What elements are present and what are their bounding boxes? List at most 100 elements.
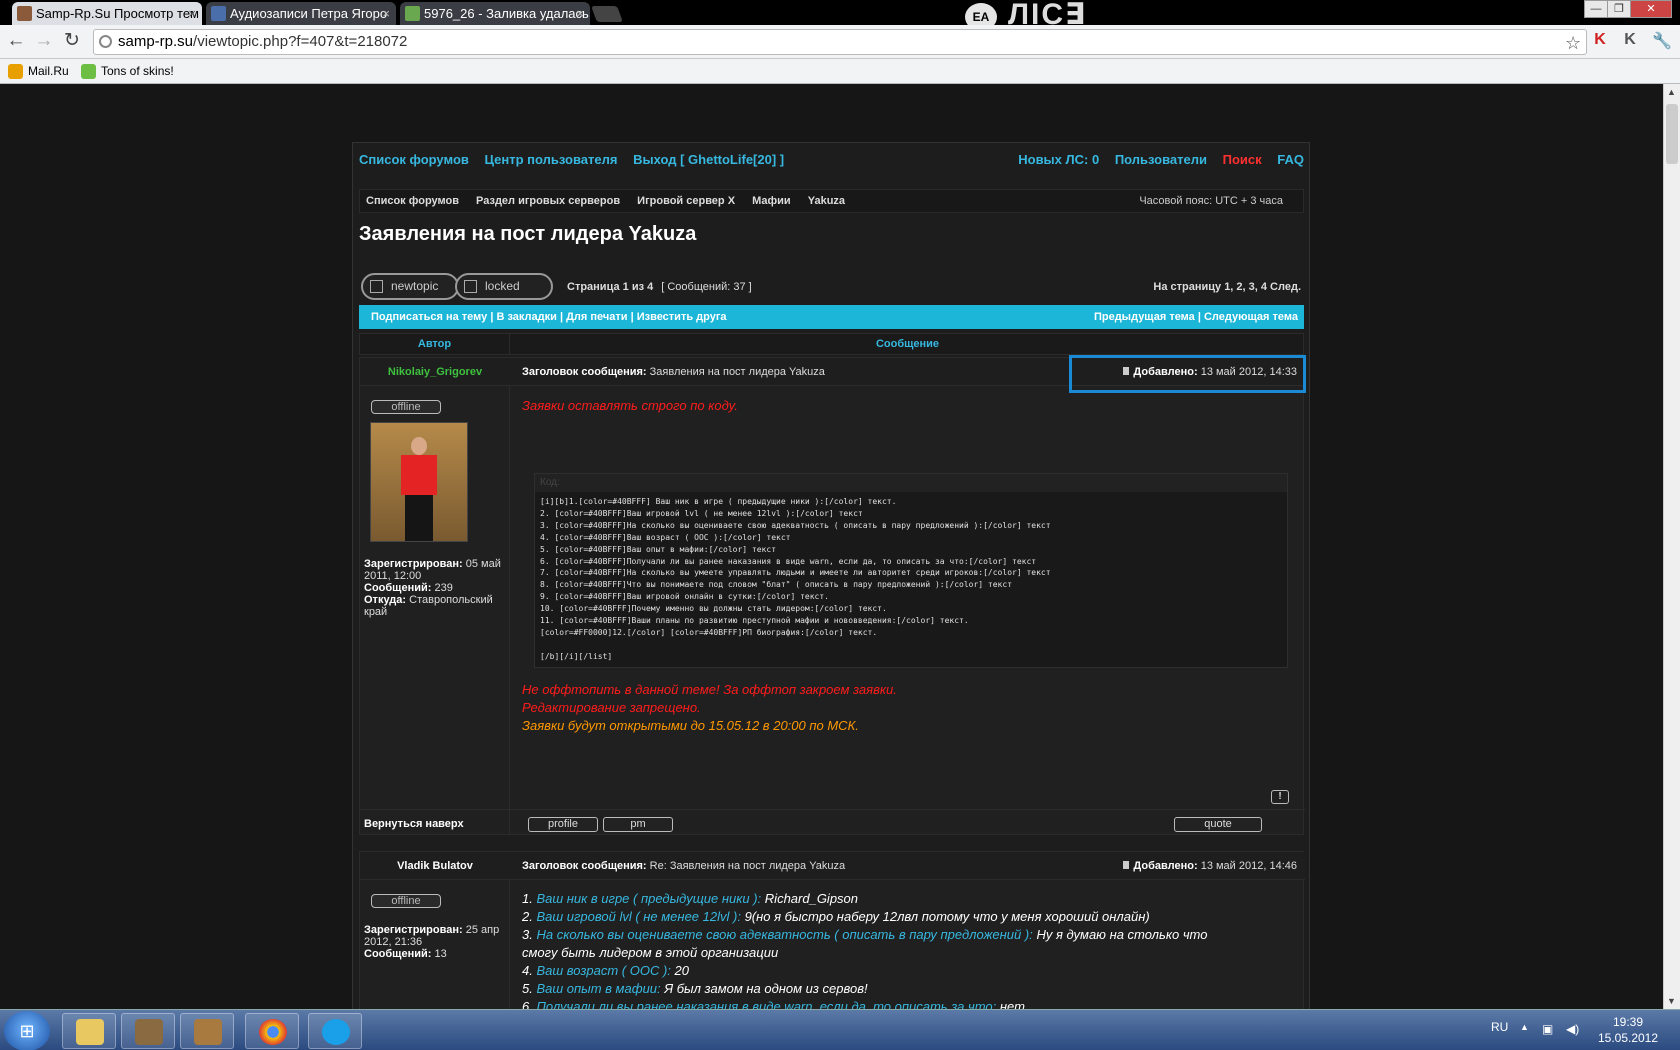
timezone-label: Часовой пояс: UTC + 3 часа <box>1139 195 1283 207</box>
msgs-label: Сообщений: <box>364 582 432 594</box>
game-icon <box>135 1019 163 1045</box>
brand-logo: ЛIС∃ <box>1008 0 1088 25</box>
answer-question: Ваш игровой lvl ( не менее 12lvl ): <box>536 909 741 924</box>
from-label: Откуда: <box>364 594 407 606</box>
url-domain: samp-rp.su <box>118 33 194 50</box>
tab-title: 5976_26 - Заливка удалась <box>424 6 589 21</box>
reload-icon[interactable]: ↻ <box>61 30 83 52</box>
tab-favicon-icon <box>405 6 420 21</box>
close-window-button[interactable]: ✕ <box>1630 0 1672 18</box>
page-icon <box>99 35 112 48</box>
post-subject: Заголовок сообщения: Re: Заявления на по… <box>522 860 845 872</box>
clock-date: 15.05.2012 <box>1597 1031 1659 1045</box>
answer-number: 3. <box>522 927 533 942</box>
scroll-up-icon[interactable]: ▲ <box>1667 87 1676 97</box>
address-bar[interactable]: samp-rp.su/viewtopic.php?f=407&t=218072 … <box>93 29 1587 55</box>
nav-users[interactable]: Пользователи <box>1115 152 1207 167</box>
report-icon[interactable]: ! <box>1271 790 1289 804</box>
breadcrumb-item[interactable]: Yakuza <box>808 195 845 207</box>
post-author[interactable]: Nikolaiy_Grigorev <box>360 366 510 378</box>
skype-icon <box>322 1019 350 1045</box>
nav-user-center[interactable]: Центр пользователя <box>485 152 618 167</box>
speech-bubble-icon <box>81 64 96 79</box>
minimize-button[interactable]: — <box>1584 0 1608 18</box>
code-block: Код: [i][b]1.[color=#40BFFF] Ваш ник в и… <box>534 473 1288 668</box>
nav-new-pm[interactable]: Новых ЛС: 0 <box>1018 152 1099 167</box>
extension-icon[interactable]: K <box>1620 31 1640 51</box>
tray-expand-icon[interactable]: ▲ <box>1520 1022 1534 1036</box>
answer-line: 5. Ваш опыт в мафии: Я был замом на одно… <box>522 980 1242 998</box>
code-content[interactable]: [i][b]1.[color=#40BFFF] Ваш ник в игре (… <box>535 492 1287 667</box>
scroll-down-icon[interactable]: ▼ <box>1667 996 1676 1006</box>
breadcrumb-item[interactable]: Раздел игровых серверов <box>476 195 620 207</box>
topic-actions[interactable]: Подписаться на тему | В закладки | Для п… <box>371 311 727 323</box>
breadcrumb-item[interactable]: Мафии <box>752 195 791 207</box>
page-title[interactable]: Заявления на пост лидера Yakuza <box>359 223 696 246</box>
new-tab-button[interactable] <box>591 6 623 22</box>
breadcrumb-item[interactable]: Игровой сервер X <box>637 195 735 207</box>
tab-audio[interactable]: Аудиозаписи Петра Ягоро × <box>206 2 396 25</box>
forum-top-nav: Список форумов Центр пользователя Выход … <box>359 152 1304 167</box>
tab-close-icon[interactable]: × <box>576 2 584 25</box>
taskbar-chrome[interactable] <box>245 1013 299 1049</box>
post-author[interactable]: Vladik Bulatov <box>360 860 510 872</box>
taskbar-skype[interactable] <box>308 1013 362 1049</box>
subject-label: Заголовок сообщения: <box>522 366 647 378</box>
breadcrumb-item[interactable]: Список форумов <box>366 195 459 207</box>
document-icon <box>370 280 383 293</box>
vertical-scrollbar[interactable]: ▲ ▼ <box>1663 84 1680 1009</box>
post-footer-divider <box>360 809 1305 810</box>
tab-samp-rp[interactable]: Samp-Rp.Su Просмотр тем × <box>12 2 202 25</box>
quote-button[interactable]: quote <box>1174 817 1262 832</box>
answer-text: Я был замом на одном из сервов! <box>664 981 868 996</box>
bookmark-tons-of-skins[interactable]: Tons of skins! <box>81 63 174 80</box>
profile-button[interactable]: profile <box>528 817 598 832</box>
subject-label: Заголовок сообщения: <box>522 860 647 872</box>
volume-icon[interactable]: ◀) <box>1566 1022 1580 1036</box>
back-icon[interactable]: ← <box>5 30 27 52</box>
bookmark-mailru[interactable]: Mail.Ru <box>8 63 69 80</box>
forward-icon[interactable]: → <box>33 30 55 52</box>
language-indicator[interactable]: RU <box>1491 1020 1508 1034</box>
post-icon[interactable] <box>1123 861 1130 869</box>
post: Vladik Bulatov Заголовок сообщения: Re: … <box>359 851 1305 1009</box>
scroll-thumb[interactable] <box>1666 104 1678 164</box>
locked-button[interactable]: locked <box>455 273 553 300</box>
topic-prev-next[interactable]: Предыдущая тема | Следующая тема <box>1094 305 1298 329</box>
bookmark-star-icon[interactable]: ☆ <box>1565 31 1587 55</box>
network-icon[interactable]: ▣ <box>1542 1022 1556 1036</box>
taskbar-game-1[interactable] <box>121 1013 175 1049</box>
kaspersky-icon[interactable]: K <box>1590 31 1610 51</box>
avatar-legs <box>405 495 433 541</box>
date-text: 13 май 2012, 14:46 <box>1200 860 1297 872</box>
new-topic-button[interactable]: newtopic <box>361 273 459 300</box>
nav-faq[interactable]: FAQ <box>1277 152 1304 167</box>
taskbar-explorer[interactable] <box>62 1013 116 1049</box>
nav-forum-list[interactable]: Список форумов <box>359 152 469 167</box>
answer-text: 20 <box>674 963 689 978</box>
pagination[interactable]: На страницу 1, 2, 3, 4 След. <box>1153 281 1301 293</box>
pm-button[interactable]: pm <box>603 817 673 832</box>
start-button[interactable]: ⊞ <box>4 1011 50 1050</box>
chrome-icon <box>259 1019 287 1045</box>
nav-logout[interactable]: Выход [ GhettoLife[20] ] <box>633 152 784 167</box>
nav-search[interactable]: Поиск <box>1223 152 1262 167</box>
code-header: Код: <box>535 474 1287 492</box>
tab-favicon-icon <box>17 6 32 21</box>
restore-button[interactable]: ❐ <box>1607 0 1631 18</box>
clock[interactable]: 19:39 15.05.2012 <box>1588 1014 1668 1046</box>
tab-close-icon[interactable]: × <box>188 2 196 25</box>
tab-upload[interactable]: 5976_26 - Заливка удалась × <box>400 2 590 25</box>
back-to-top-link[interactable]: Вернуться наверх <box>364 818 464 830</box>
answer-text: 9(но я быстро наберу 12лвл потому что у … <box>744 909 1150 924</box>
breadcrumb: Список форумов Раздел игровых серверов И… <box>359 189 1304 213</box>
taskbar-game-2[interactable] <box>180 1013 234 1049</box>
post-deadline: Заявки будут открытыми до 15.05.12 в 20:… <box>522 718 859 733</box>
tab-close-icon[interactable]: × <box>382 2 390 25</box>
mailru-icon <box>8 64 23 79</box>
answer-number: 2. <box>522 909 533 924</box>
bookmark-label: Mail.Ru <box>28 64 69 78</box>
column-message: Сообщение <box>875 338 940 350</box>
wrench-icon[interactable]: 🔧 <box>1652 31 1672 51</box>
folder-icon <box>76 1019 104 1045</box>
